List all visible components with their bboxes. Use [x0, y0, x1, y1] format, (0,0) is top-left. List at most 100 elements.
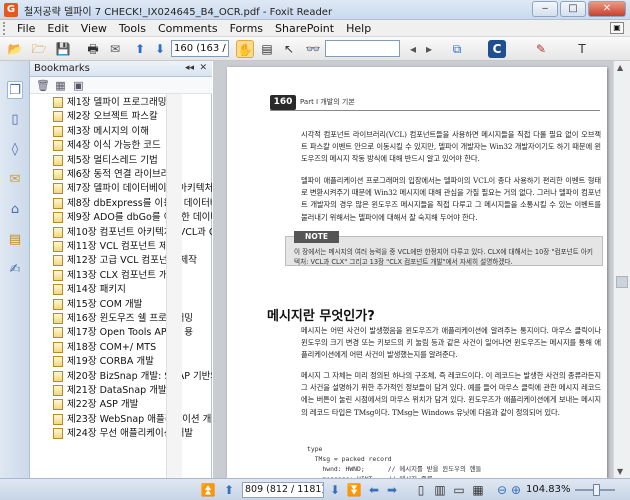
- comments-tab-icon[interactable]: ✉: [7, 171, 23, 189]
- close-panel-icon[interactable]: ✕: [199, 63, 207, 73]
- expand-bookmark-icon[interactable]: ▣: [72, 79, 85, 92]
- bookmark-item[interactable]: 제9장 ADO를 dbGo를 이용한 데이터베이스 :: [53, 211, 212, 224]
- bookmark-item[interactable]: 제11장 VCL 컴포넌트 제작: [53, 240, 177, 253]
- note-text: 이 장에서는 메시지의 여러 능력을 중 VCL에만 한정지어 다루고 있다. …: [294, 248, 593, 266]
- zoom-in-icon[interactable]: ⊕: [508, 482, 524, 498]
- bookmark-item[interactable]: 제1장 델파이 프로그래밍: [53, 96, 166, 109]
- hand-tool-icon[interactable]: ✋: [236, 40, 254, 58]
- bookmark-icon: [53, 241, 63, 252]
- signature-tab-icon[interactable]: ✍: [7, 261, 23, 279]
- new-bookmark-icon[interactable]: ▦: [54, 79, 67, 92]
- select-text-icon[interactable]: ▤: [258, 40, 276, 58]
- go-back-icon[interactable]: ⬅: [366, 482, 382, 498]
- restore-menu-icon[interactable]: ▣: [610, 22, 624, 34]
- bookmark-label: 제15장 COM 개발: [67, 298, 143, 310]
- bookmark-icon: [53, 298, 63, 310]
- maximize-button[interactable]: □: [560, 1, 586, 17]
- attachments-tab-icon[interactable]: ⌂: [7, 201, 23, 219]
- bookmark-label: 제8장 dbExpress를 이용한 데이터베이스 개: [67, 197, 212, 209]
- snapshot-icon[interactable]: ⧉: [448, 40, 466, 58]
- next-page-status-icon[interactable]: ⬇: [327, 482, 343, 498]
- status-bar: ⏫ ⬆ 809 (812 / 1181) ⬇ ⏬ ⬅ ➡ ▯ ▥ ▭ ▦ ⊖ ⊕…: [0, 478, 630, 500]
- bookmark-item[interactable]: 제23장 WebSnap 애플리케이션 개발: [53, 413, 212, 426]
- open-folder-icon[interactable]: 📂: [6, 40, 24, 58]
- scroll-thumb[interactable]: [616, 276, 628, 288]
- typewriter-icon[interactable]: T: [573, 40, 591, 58]
- bookmark-item[interactable]: 제6장 동적 연결 라이브러리: [53, 168, 178, 181]
- select-arrow-icon[interactable]: ↖: [280, 40, 298, 58]
- menu-comments[interactable]: Comments: [152, 20, 224, 37]
- bookmark-item[interactable]: 제3장 메시지의 이해: [53, 125, 149, 138]
- menu-file[interactable]: File: [11, 20, 41, 37]
- status-page-input[interactable]: 809 (812 / 1181): [242, 482, 324, 498]
- bookmark-label: 제19장 CORBA 개발: [67, 356, 154, 368]
- find-input[interactable]: [325, 40, 400, 57]
- go-forward-icon[interactable]: ➡: [384, 482, 400, 498]
- bookmark-icon: [53, 399, 63, 411]
- bookmark-item[interactable]: 제10장 컴포넌트 아키텍처: VCL과 CLX: [53, 226, 212, 239]
- security-tab-icon[interactable]: ▤: [7, 231, 23, 249]
- bookmarks-title: Bookmarks: [34, 63, 90, 74]
- last-page-icon[interactable]: ⏬: [346, 482, 362, 498]
- facing-page-icon[interactable]: ▭: [451, 482, 467, 498]
- bookmark-icon: [53, 169, 63, 180]
- prev-page-status-icon[interactable]: ⬆: [221, 482, 237, 498]
- bookmark-scrollbar[interactable]: [166, 94, 182, 478]
- bookmark-item[interactable]: 제20장 BizSnap 개발: SOAP 기반의 웹 서비: [53, 370, 212, 383]
- menu-forms[interactable]: Forms: [224, 20, 269, 37]
- first-page-icon[interactable]: ⏫: [200, 482, 216, 498]
- layers-tab-icon[interactable]: ◊: [7, 141, 23, 159]
- document-scrollbar[interactable]: ▲ ▼: [613, 61, 630, 478]
- pages-tab-icon[interactable]: ▯: [7, 111, 23, 129]
- menu-edit[interactable]: Edit: [41, 20, 74, 37]
- bookmark-item[interactable]: 제2장 오브젝트 파스칼: [53, 110, 158, 123]
- bookmark-icon: [53, 125, 63, 137]
- open-file-icon[interactable]: 🗁: [30, 40, 48, 58]
- bookmark-item[interactable]: 제4장 이식 가능한 코드: [53, 139, 161, 152]
- bookmark-icon: [53, 341, 63, 353]
- page-number-input[interactable]: 160 (163 / 118: [171, 40, 229, 57]
- bookmark-label: 제11장 VCL 컴포넌트 제작: [67, 241, 177, 252]
- bookmark-item[interactable]: 제21장 DataSnap 개발: [53, 384, 167, 397]
- bookmark-item[interactable]: 제15장 COM 개발: [53, 298, 142, 311]
- bookmark-item[interactable]: 제13장 CLX 컴포넌트 개발: [53, 269, 177, 282]
- single-page-icon[interactable]: ▯: [413, 482, 429, 498]
- bookmarks-tab-icon[interactable]: ❐: [7, 81, 23, 99]
- scroll-up-icon[interactable]: ▲: [617, 63, 623, 72]
- bookmark-icon: [53, 154, 63, 166]
- bookmark-item[interactable]: 제7장 델파이 데이터베이스 아키텍처: [53, 182, 212, 195]
- continuous-facing-icon[interactable]: ▦: [470, 482, 486, 498]
- bookmark-item[interactable]: 제14장 패키지: [53, 283, 126, 296]
- delete-bookmark-icon[interactable]: 🗑: [36, 79, 50, 92]
- previous-page-icon[interactable]: ⬆: [131, 40, 149, 58]
- collapse-panel-icon[interactable]: ◂◂: [185, 63, 194, 73]
- title-bar: G 철저공략 델파이 7 CHECK!_IX024645_B4_OCR.pdf …: [0, 0, 630, 20]
- bookmark-icon: [53, 255, 63, 267]
- email-icon[interactable]: ✉: [106, 40, 124, 58]
- save-icon[interactable]: 💾: [54, 40, 72, 58]
- menu-sharepoint[interactable]: SharePoint: [269, 20, 340, 37]
- bookmark-label: 제6장 동적 연결 라이브러리: [67, 169, 179, 180]
- paragraph: 메시지는 어떤 사건이 발생했음을 윈도우즈가 애플리케이션에 알려주는 통지이…: [301, 326, 601, 360]
- scroll-down-icon[interactable]: ▼: [617, 467, 623, 476]
- bookmark-item[interactable]: 제19장 CORBA 개발: [53, 355, 154, 368]
- minimize-button[interactable]: ‒: [532, 1, 558, 17]
- zoom-slider-handle[interactable]: [593, 484, 600, 496]
- find-next-icon[interactable]: ▸: [420, 40, 438, 58]
- next-page-icon[interactable]: ⬇: [151, 40, 169, 58]
- menu-tools[interactable]: Tools: [113, 20, 152, 37]
- bookmark-item[interactable]: 제8장 dbExpress를 이용한 데이터베이스 개: [53, 197, 212, 210]
- menu-view[interactable]: View: [75, 20, 113, 37]
- menu-help[interactable]: Help: [340, 20, 377, 37]
- binoculars-icon[interactable]: 👓: [304, 40, 322, 58]
- comment-tool-icon[interactable]: ✎: [532, 40, 550, 58]
- close-button[interactable]: ✕: [588, 1, 626, 17]
- bookmark-item[interactable]: 제22장 ASP 개발: [53, 398, 138, 411]
- bookmark-item[interactable]: 제18장 COM+/ MTS: [53, 341, 156, 354]
- convert-icon[interactable]: C: [488, 40, 506, 58]
- continuous-page-icon[interactable]: ▥: [432, 482, 448, 498]
- bookmark-item[interactable]: 제5장 멀티스레드 기법: [53, 154, 158, 167]
- foxit-app-icon: G: [4, 3, 18, 17]
- print-icon[interactable]: 🖶: [84, 40, 102, 58]
- bookmark-icon: [53, 413, 63, 425]
